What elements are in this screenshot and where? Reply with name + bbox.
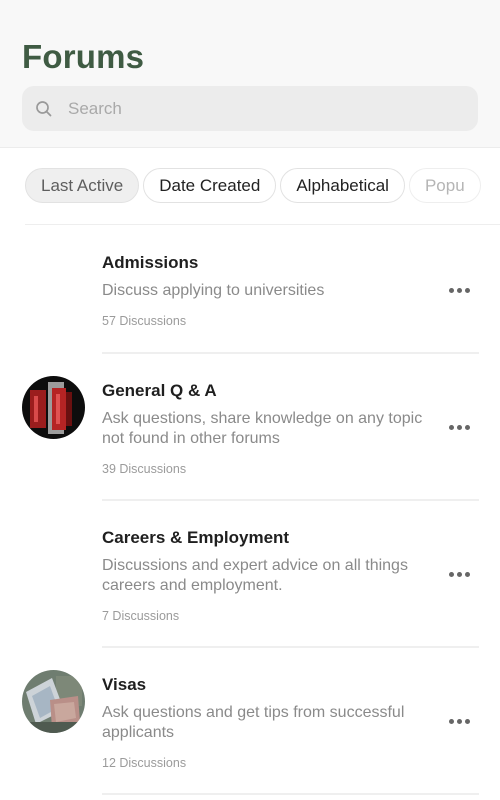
forum-name: Admissions bbox=[102, 253, 199, 272]
chip-popular[interactable]: Popu bbox=[408, 168, 481, 203]
forum-description: Ask questions, share knowledge on any to… bbox=[102, 410, 423, 447]
forum-description: Discuss applying to universities bbox=[102, 282, 325, 299]
dark-red-graphic-image bbox=[22, 376, 85, 439]
more-horizontal-icon[interactable] bbox=[444, 282, 474, 298]
forum-description: Ask questions and get tips from successf… bbox=[102, 704, 405, 741]
chip-alphabetical[interactable]: Alphabetical bbox=[280, 168, 405, 203]
forum-list: Admissions Discuss applying to universit… bbox=[0, 226, 500, 795]
discussion-count: 12 Discussions bbox=[102, 756, 187, 770]
forum-avatar bbox=[22, 670, 85, 733]
divider bbox=[25, 224, 500, 225]
chip-last-active[interactable]: Last Active bbox=[25, 168, 140, 203]
forum-description: Discussions and expert advice on all thi… bbox=[102, 557, 408, 594]
forum-name: General Q & A bbox=[102, 381, 217, 400]
forum-name: Careers & Employment bbox=[102, 528, 290, 547]
discussion-count: 7 Discussions bbox=[102, 609, 180, 623]
forum-avatar bbox=[22, 376, 85, 439]
page-title: Forums bbox=[22, 38, 145, 75]
chip-date-created[interactable]: Date Created bbox=[143, 168, 277, 203]
more-horizontal-icon[interactable] bbox=[444, 419, 474, 435]
sort-chips: Last Active Date Created Alphabetical Popu bbox=[25, 168, 500, 206]
forum-name: Visas bbox=[102, 675, 147, 694]
forum-item-admissions[interactable]: Admissions Discuss applying to universit… bbox=[0, 226, 500, 354]
discussion-count: 57 Discussions bbox=[102, 314, 187, 328]
more-horizontal-icon[interactable] bbox=[444, 713, 474, 729]
divider bbox=[102, 793, 479, 795]
more-horizontal-icon[interactable] bbox=[444, 566, 474, 582]
search-icon bbox=[36, 101, 52, 117]
forum-item-visas[interactable]: Visas Ask questions and get tips from su… bbox=[0, 648, 500, 795]
forum-item-general-qa[interactable]: General Q & A Ask questions, share knowl… bbox=[0, 354, 500, 501]
header: Forums bbox=[0, 0, 500, 148]
forum-item-careers[interactable]: Careers & Employment Discussions and exp… bbox=[0, 501, 500, 648]
search-input[interactable] bbox=[68, 86, 468, 131]
passport-image bbox=[22, 670, 85, 733]
discussion-count: 39 Discussions bbox=[102, 462, 187, 476]
search-bar[interactable] bbox=[22, 86, 478, 131]
